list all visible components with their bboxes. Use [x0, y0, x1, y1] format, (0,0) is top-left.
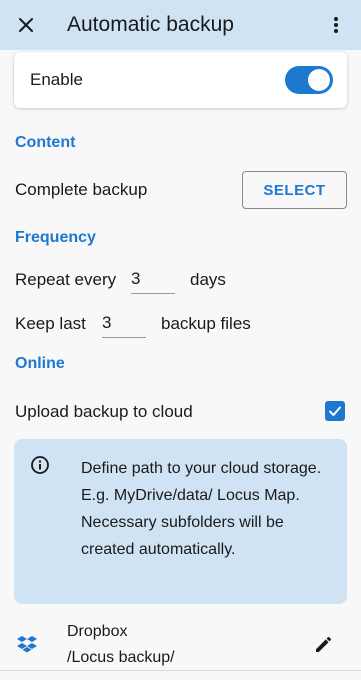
info-text: Define path to your cloud storage. E.g. … — [81, 460, 322, 558]
info-box: Define path to your cloud storage. E.g. … — [14, 439, 347, 604]
select-button[interactable]: SELECT — [242, 171, 347, 209]
repeat-every-label: Repeat every — [15, 270, 117, 289]
enable-toggle[interactable] — [285, 66, 333, 94]
backup-files-label: backup files — [161, 314, 251, 333]
enable-label: Enable — [30, 70, 83, 89]
app-root: Automatic backup Enable Content Complete… — [0, 0, 361, 680]
close-icon — [19, 18, 33, 32]
close-button[interactable] — [11, 10, 41, 40]
info-icon — [31, 456, 49, 474]
upload-cloud-checkbox[interactable] — [325, 401, 345, 421]
keep-last-label: Keep last — [15, 314, 86, 333]
keep-files-input[interactable] — [102, 308, 146, 338]
more-vert-icon — [334, 17, 338, 33]
section-title-frequency: Frequency — [15, 229, 96, 246]
enable-card: Enable — [14, 52, 347, 108]
more-options-button[interactable] — [321, 10, 351, 40]
cloud-path: /Locus backup/ — [67, 649, 175, 666]
complete-backup-label: Complete backup — [15, 180, 148, 199]
dropbox-icon — [17, 636, 37, 653]
upload-cloud-label: Upload backup to cloud — [15, 402, 193, 421]
pencil-icon — [316, 637, 331, 652]
check-icon — [329, 406, 341, 416]
section-title-online: Online — [15, 355, 65, 372]
top-app-bar: Automatic backup — [0, 0, 361, 50]
bottom-divider — [0, 670, 361, 671]
toggle-knob — [308, 69, 330, 91]
days-label: days — [190, 270, 226, 289]
edit-path-button[interactable] — [312, 632, 336, 656]
repeat-days-input[interactable] — [131, 264, 175, 294]
cloud-provider-name: Dropbox — [67, 623, 128, 640]
page-title: Automatic backup — [67, 13, 234, 36]
section-title-content: Content — [15, 134, 76, 151]
